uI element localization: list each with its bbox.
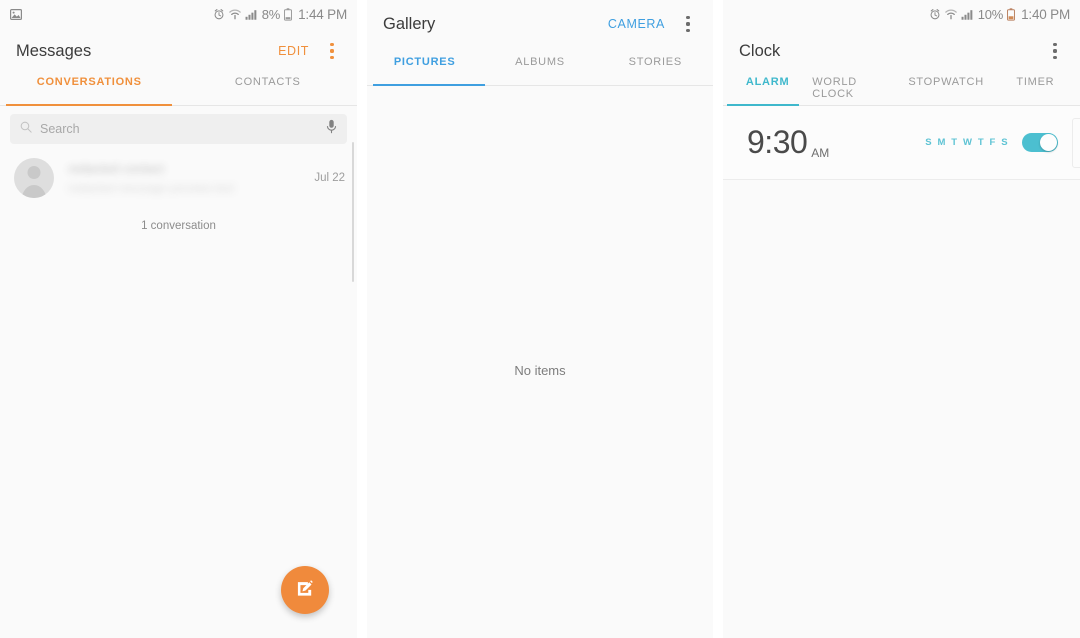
clock-app-bar: Clock [723,28,1080,74]
battery-icon [284,7,293,21]
tab-world-clock[interactable]: WORLD CLOCK [812,74,901,106]
wifi-icon [944,9,957,20]
search-input[interactable]: Search [10,114,347,144]
avatar [14,158,54,198]
battery-percent-label: 10% [977,6,1004,22]
signal-icon [961,9,974,20]
clock-app-panel: 10% 1:40 PM Clock ALARM WORLD CLOCK STOP… [723,0,1080,638]
tab-world-clock-label: WORLD CLOCK [812,76,857,100]
battery-icon [1007,7,1016,21]
clock-status-bar: 10% 1:40 PM [723,0,1080,28]
tab-alarm[interactable]: ALARM [723,74,812,106]
empty-state-label: No items [514,362,566,378]
alarm-day-tue: T [951,137,958,148]
battery-percent-label: 8% [261,6,281,22]
search-icon [20,120,32,138]
alarm-ampm: AM [811,146,830,160]
conversation-date: Jul 22 [314,172,345,184]
tab-stories[interactable]: STORIES [598,54,713,86]
conversation-snippet: redacted message preview text [68,181,235,195]
page-title: Messages [16,41,92,60]
alarm-time-block: 9:30 AM [747,124,829,161]
conversation-count-label: 1 conversation [141,220,216,232]
messages-app-panel: 8% 1:44 PM Messages EDIT CONVERSATIONS C… [0,0,357,638]
alarm-day-wed: W [962,137,973,148]
overflow-menu-icon[interactable] [1046,41,1064,61]
alarm-controls: S M T W T F S [925,133,1080,152]
gallery-app-bar-actions: CAMERA [608,14,697,34]
overflow-menu-icon[interactable] [679,14,697,34]
gallery-tab-bar: PICTURES ALBUMS STORIES [367,54,713,86]
microphone-icon[interactable] [326,119,337,139]
compose-icon [295,578,315,603]
alarm-list-item[interactable]: 9:30 AM S M T W T F S [723,106,1080,180]
alarm-day-thu: T [977,137,985,148]
alarm-day-sun: S [925,137,932,148]
alarm-day-mon: M [937,137,946,148]
clock-content: 9:30 AM S M T W T F S [723,106,1080,638]
tab-pictures[interactable]: PICTURES [367,54,482,86]
conversation-name: redacted contact [68,161,165,176]
active-tab-indicator [6,104,172,106]
tab-albums[interactable]: ALBUMS [482,54,597,86]
alarm-icon [929,8,941,20]
list-item[interactable]: redacted contact redacted message previe… [0,150,357,206]
edit-button[interactable]: EDIT [278,44,309,58]
overflow-menu-icon[interactable] [323,41,341,61]
signal-icon [245,9,258,20]
status-bar-clock: 1:40 PM [1021,6,1070,22]
adjacent-alarm-card-edge [1072,118,1080,168]
scrollbar[interactable] [352,142,354,282]
tab-contacts-label: CONTACTS [234,76,301,88]
tab-alarm-label: ALARM [745,76,790,88]
alarm-repeat-days: S M T W T F S [925,137,1008,148]
alarm-toggle[interactable] [1022,133,1058,152]
alarm-day-sat: S [1001,137,1008,148]
tab-contacts[interactable]: CONTACTS [179,74,358,106]
camera-button[interactable]: CAMERA [608,17,665,31]
page-title: Gallery [383,14,436,33]
messages-app-bar: Messages EDIT [0,28,357,74]
gallery-content: No items [367,86,713,638]
clock-tab-bar: ALARM WORLD CLOCK STOPWATCH TIMER [723,74,1080,106]
alarm-toggle-knob [1040,134,1057,151]
status-bar-right-icons: 8% 1:44 PM [213,7,347,22]
compose-message-fab[interactable] [281,566,329,614]
status-bar-clock: 1:44 PM [298,6,347,22]
tab-albums-label: ALBUMS [515,56,565,68]
tab-stopwatch[interactable]: STOPWATCH [902,74,991,106]
tab-conversations-label: CONVERSATIONS [36,76,142,88]
wifi-icon [228,9,241,20]
clock-app-bar-actions [1046,41,1064,61]
tab-pictures-label: PICTURES [393,56,456,68]
messages-status-bar: 8% 1:44 PM [0,0,357,28]
image-icon [10,8,22,20]
status-bar-right-icons: 10% 1:40 PM [929,7,1070,22]
alarm-icon [213,8,225,20]
messages-tab-bar: CONVERSATIONS CONTACTS [0,74,357,106]
alarm-time: 9:30 [747,124,808,160]
tab-conversations[interactable]: CONVERSATIONS [0,74,179,106]
tab-stories-label: STORIES [628,56,682,68]
gallery-app-panel: Gallery CAMERA PICTURES ALBUMS STORIES N… [367,0,713,638]
messages-app-bar-actions: EDIT [278,41,341,61]
gallery-app-bar: Gallery CAMERA [367,0,713,42]
status-bar-left-icons [10,8,22,20]
tab-timer-label: TIMER [1016,76,1055,88]
alarm-day-fri: F [989,137,996,148]
conversation-preview: redacted contact redacted message previe… [68,161,306,195]
screenshot-root: 8% 1:44 PM Messages EDIT CONVERSATIONS C… [0,0,1080,638]
active-tab-indicator [373,83,485,86]
tab-stopwatch-label: STOPWATCH [908,76,984,88]
tab-timer[interactable]: TIMER [991,74,1080,106]
search-placeholder: Search [40,122,80,136]
page-title: Clock [739,41,781,60]
messages-content: Search redacted contact redacted message… [0,114,357,638]
